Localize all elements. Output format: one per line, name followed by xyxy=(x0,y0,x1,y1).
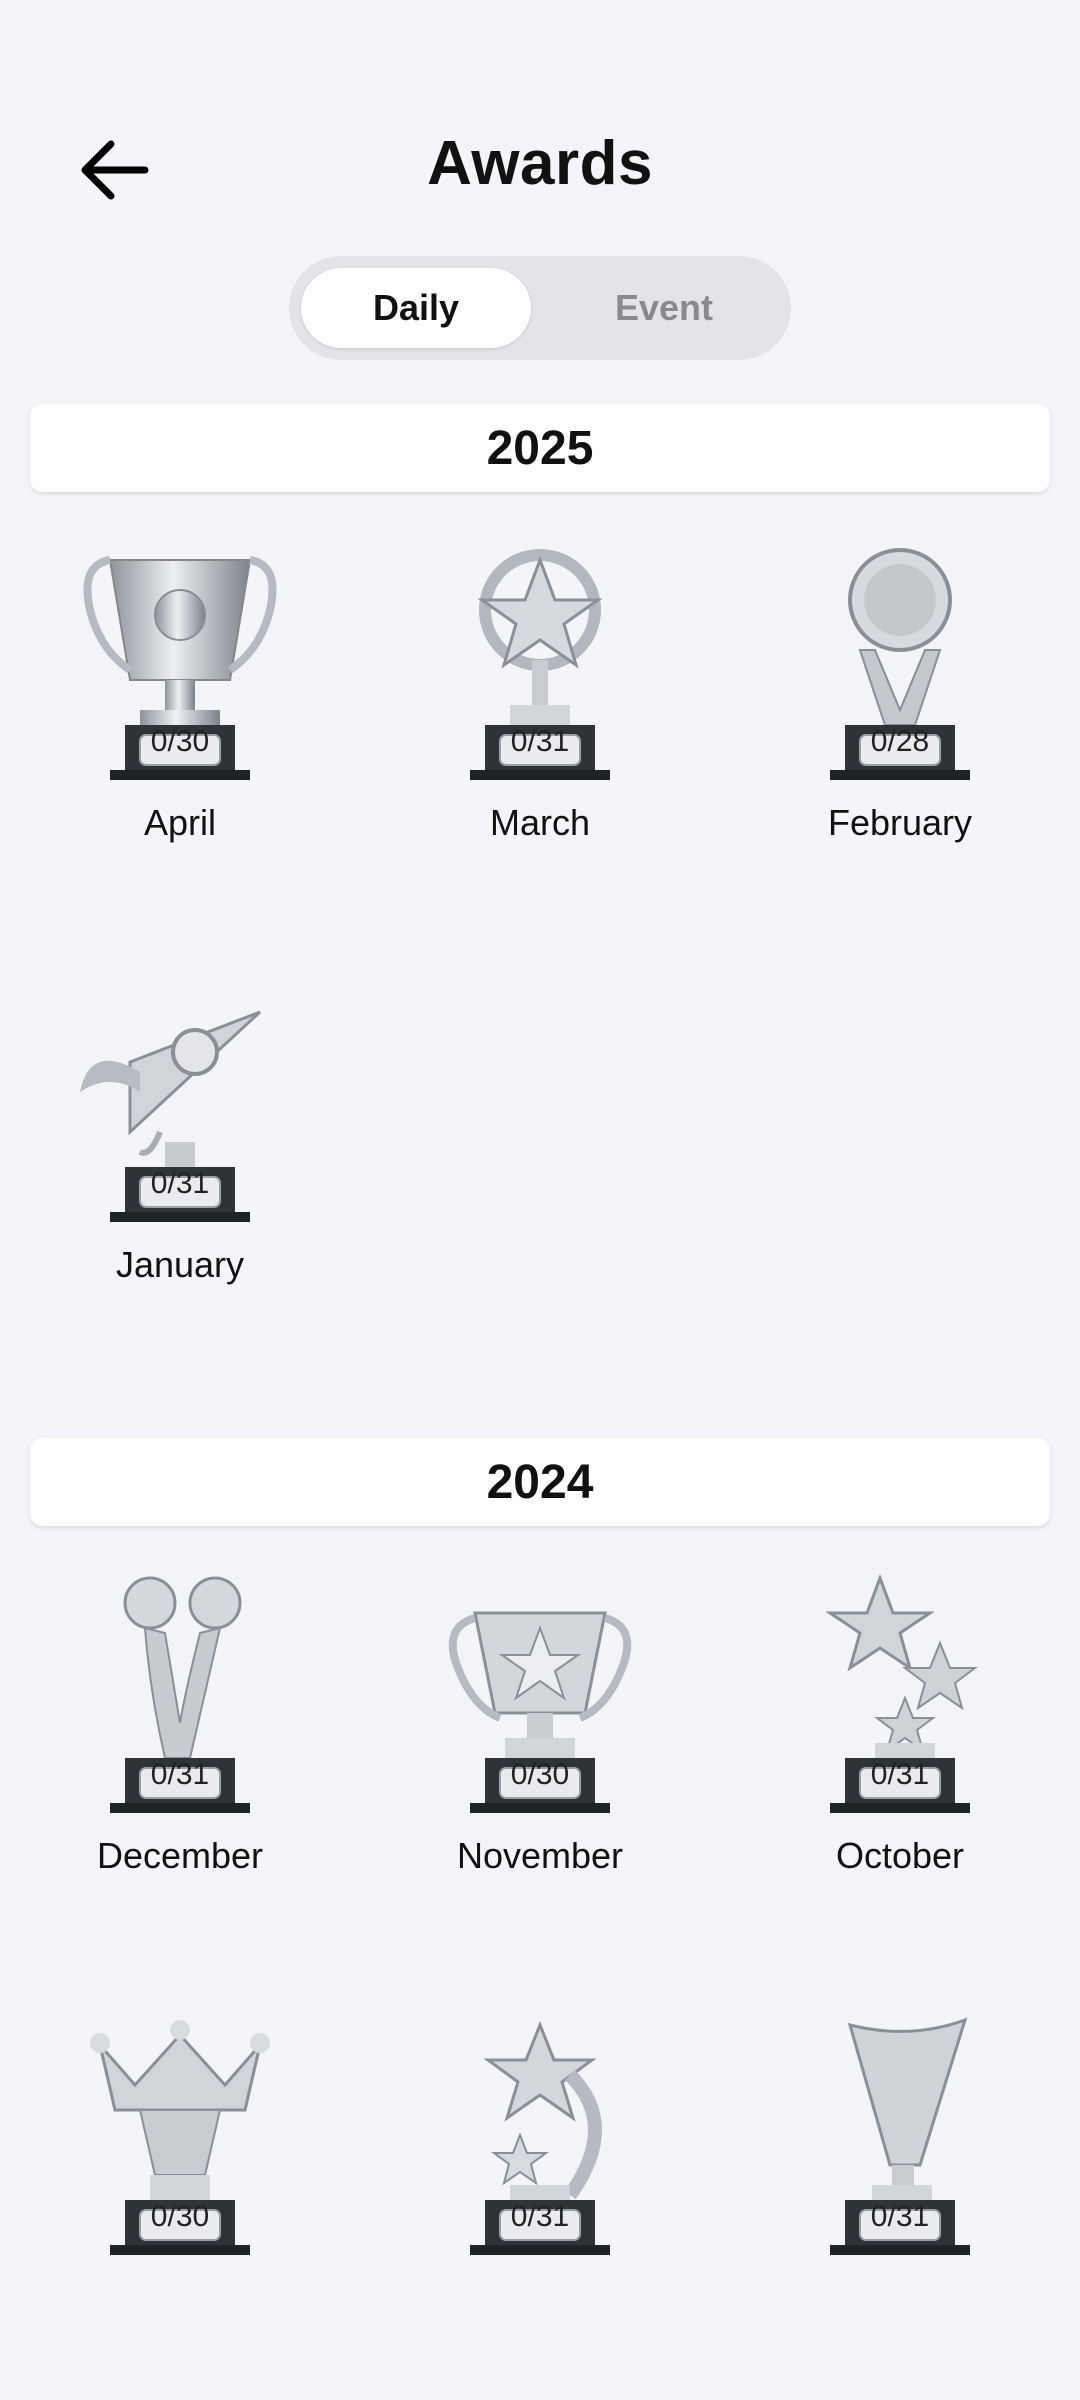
award-label: October xyxy=(835,1835,965,1876)
award-january[interactable]: 0/31 January xyxy=(55,982,305,1322)
award-label: February xyxy=(827,802,973,843)
award-label: January xyxy=(115,1244,245,1285)
award-count: 0/31 xyxy=(150,1167,210,1200)
year-header-2025: 2025 xyxy=(30,404,1050,492)
award-shooting-star[interactable]: 0/31 xyxy=(415,2015,665,2355)
award-february[interactable]: 0/28 February xyxy=(775,540,1025,880)
award-count: 0/28 xyxy=(870,725,930,758)
award-count: 0/31 xyxy=(510,725,570,758)
award-count: 0/30 xyxy=(510,1758,570,1791)
award-november[interactable]: 0/30 November xyxy=(415,1573,665,1913)
award-count: 0/30 xyxy=(150,2200,210,2233)
award-march[interactable]: 0/31 March xyxy=(415,540,665,880)
award-count: 0/31 xyxy=(870,2200,930,2233)
award-count: 0/31 xyxy=(510,2200,570,2233)
award-count: 0/31 xyxy=(870,1758,930,1791)
tab-event[interactable]: Event xyxy=(549,268,779,348)
tab-daily[interactable]: Daily xyxy=(301,268,531,348)
award-count: 0/31 xyxy=(150,1758,210,1791)
award-crown[interactable]: 0/30 xyxy=(55,2015,305,2355)
award-december[interactable]: 0/31 December xyxy=(55,1573,305,1913)
page-title: Awards xyxy=(427,129,653,198)
award-label: March xyxy=(489,802,591,843)
award-label: December xyxy=(96,1835,264,1876)
year-header-2024: 2024 xyxy=(30,1438,1050,1526)
tab-switcher: Daily Event xyxy=(289,256,791,360)
award-october[interactable]: 0/31 October xyxy=(775,1573,1025,1913)
award-april[interactable]: 0/30 April xyxy=(55,540,305,880)
app-bar: Awards xyxy=(0,0,1080,240)
award-label: April xyxy=(143,802,217,843)
award-count: 0/30 xyxy=(150,725,210,758)
award-flute[interactable]: 0/31 xyxy=(775,2015,1025,2355)
award-label: November xyxy=(456,1835,624,1876)
